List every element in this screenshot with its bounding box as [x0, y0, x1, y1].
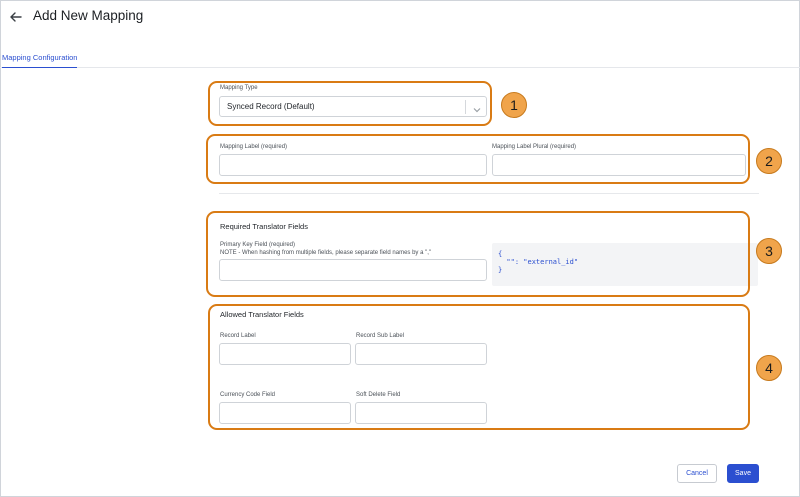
callout-box-4 — [208, 304, 750, 430]
callout-badge-3: 3 — [756, 238, 782, 264]
callout-badge-1: 1 — [501, 92, 527, 118]
tab-mapping-configuration[interactable]: Mapping Configuration — [2, 53, 78, 68]
save-button[interactable]: Save — [727, 464, 759, 483]
callout-badge-4: 4 — [756, 355, 782, 381]
callout-box-3 — [206, 211, 750, 297]
arrow-left-icon[interactable] — [8, 9, 24, 25]
callout-box-1 — [208, 81, 492, 126]
callout-badge-2: 2 — [756, 148, 782, 174]
tab-bar: Mapping Configuration — [0, 48, 800, 68]
callout-box-2 — [206, 134, 750, 184]
page-header: Add New Mapping — [0, 0, 800, 36]
section-divider — [219, 193, 759, 194]
cancel-button[interactable]: Cancel — [677, 464, 717, 483]
page-title: Add New Mapping — [33, 8, 144, 23]
